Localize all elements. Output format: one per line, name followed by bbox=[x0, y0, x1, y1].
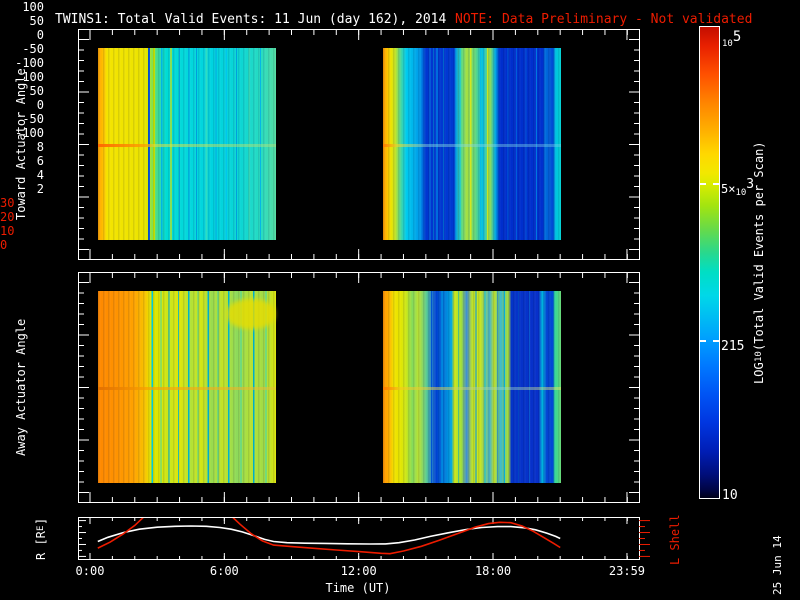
y-tick-label: 100 bbox=[22, 0, 44, 14]
colorbar-tick bbox=[700, 183, 706, 186]
colorbar-tick bbox=[713, 340, 719, 343]
colorbar-title-sub: 10 bbox=[754, 351, 764, 362]
date-stamp: 25 Jun 14 bbox=[771, 535, 784, 595]
r-label-text: R [R bbox=[34, 530, 48, 560]
panel-frame-orbit bbox=[78, 517, 650, 560]
x-tick-label: 6:00 bbox=[209, 564, 239, 578]
r-label-close: ] bbox=[34, 518, 48, 526]
y-axis-title-away: Away Actuator Angle bbox=[14, 318, 28, 457]
y-axis-title-toward: Toward Actuator Angle bbox=[14, 68, 28, 221]
colorbar-title-log: LOG bbox=[752, 361, 766, 384]
y-tick-label: 50 bbox=[29, 14, 44, 28]
colorbar-max-exp: 5 bbox=[732, 29, 742, 45]
colorbar-max-base: 10 bbox=[722, 39, 733, 49]
x-tick-label: 0:00 bbox=[75, 564, 105, 578]
series-line-r bbox=[97, 525, 561, 545]
colorbar-title-rest: (Total Valid Events per Scan) bbox=[752, 141, 766, 351]
twins1-plot-screen: TWINS1: Total Valid Events: 11 Jun (day … bbox=[0, 0, 800, 600]
x-tick-label: 12:00 bbox=[340, 564, 377, 578]
panel-border bbox=[78, 272, 640, 503]
colorbar-max-label: 105 bbox=[722, 29, 741, 49]
colorbar-mid1-coef: 5× bbox=[721, 182, 736, 196]
colorbar-tick bbox=[713, 183, 719, 186]
panel-frame-toward bbox=[78, 29, 640, 260]
x-tick-label: 23:59 bbox=[608, 564, 646, 578]
colorbar-title: LOG 10 (Total Valid Events per Scan) bbox=[752, 27, 766, 498]
x-tick-label: 18:00 bbox=[474, 564, 512, 578]
series-line-l-shell bbox=[97, 518, 561, 555]
page-title: TWINS1: Total Valid Events: 11 Jun (day … bbox=[55, 12, 447, 27]
colorbar-mid1-base: 10 bbox=[735, 188, 747, 198]
y-axis-title-r: R [R E] bbox=[34, 514, 48, 564]
panel-border bbox=[78, 29, 640, 260]
colorbar-min-label: 10 bbox=[722, 488, 738, 503]
colorbar-tick bbox=[700, 340, 706, 343]
r-label-subscript: E bbox=[36, 525, 46, 531]
colorbar-mid1-label: 5×103 bbox=[721, 177, 754, 198]
preliminary-note: NOTE: Data Preliminary - Not validated bbox=[455, 12, 753, 27]
colorbar-mid2-label: 215 bbox=[721, 339, 745, 354]
colorbar bbox=[699, 26, 720, 499]
x-axis-title: Time (UT) bbox=[325, 581, 391, 595]
panel-frame-away bbox=[78, 272, 640, 503]
